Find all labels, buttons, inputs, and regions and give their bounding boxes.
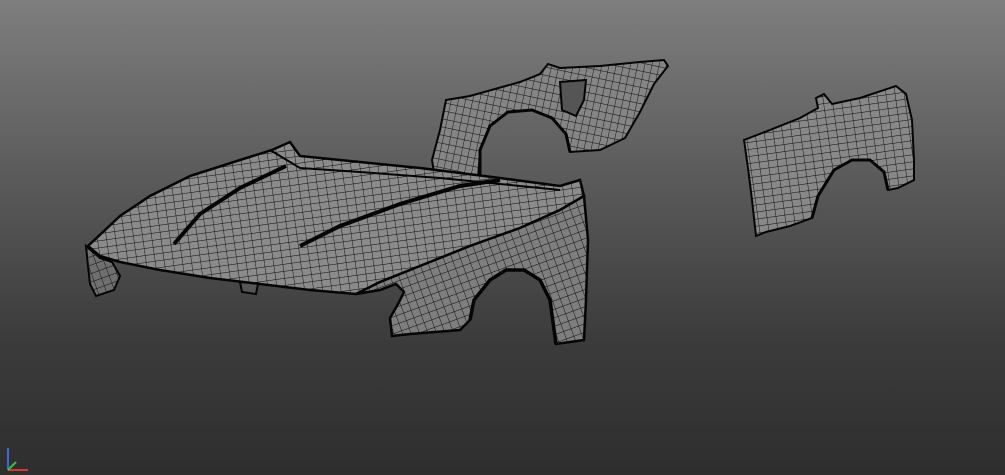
3d-viewport[interactable] bbox=[0, 0, 1005, 475]
hood-and-fenders-mesh[interactable] bbox=[84, 140, 590, 346]
rear-quarter-panel-mesh[interactable] bbox=[430, 58, 670, 188]
scene-canvas[interactable] bbox=[0, 0, 1005, 475]
axis-tripod-icon bbox=[7, 448, 28, 471]
side-fender-panel-mesh[interactable] bbox=[742, 84, 915, 238]
